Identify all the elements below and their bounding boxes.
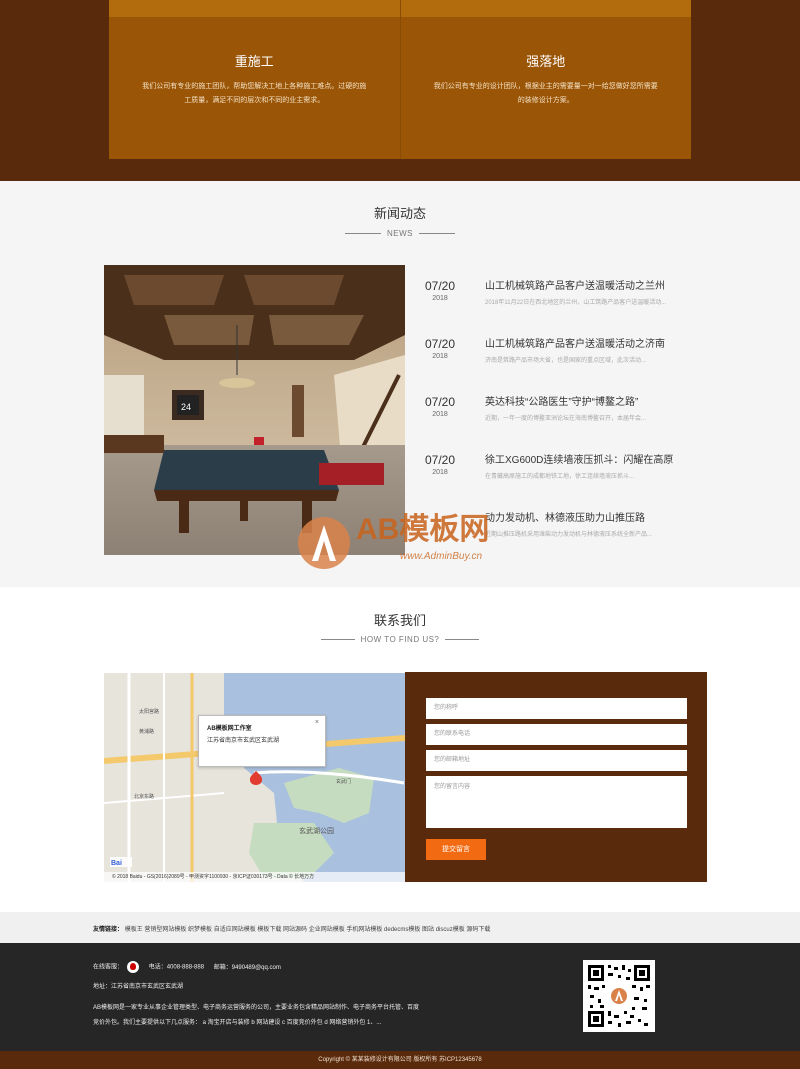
card-top-strip bbox=[109, 0, 400, 17]
map-label: 北京东路 bbox=[134, 793, 154, 800]
news-summary: 济南是筑路产品市场大省，也是国家的重点区域，此次活动... bbox=[485, 358, 647, 364]
map-popup-title: AB模板网工作室 bbox=[207, 726, 252, 732]
svg-text:24: 24 bbox=[181, 402, 191, 412]
watermark-url: www.AdminBuy.cn bbox=[400, 551, 483, 562]
news-title-link[interactable]: 徐工XG600D连续墙液压抓斗：闪耀在高原 bbox=[485, 451, 673, 466]
news-subheading: NEWS bbox=[0, 229, 800, 238]
friend-links-list[interactable]: 模板王 营销型网站模板 织梦模板 自适应网站模板 模板下载 网站源码 企业网站模… bbox=[125, 927, 491, 933]
news-title-link[interactable]: 英达科技“公路医生”守护“博鳌之路” bbox=[485, 393, 638, 408]
service-desc: 我们公司有专业的施工团队，帮助您解决工地上各种施工难点。过硬的施工质量，满足不同… bbox=[142, 83, 367, 104]
baidu-map[interactable]: 玄武湖公园 太阳宫路 黄浦路 北京东路 玄武门 Bai AB模板网工作室 江苏省… bbox=[104, 673, 405, 882]
news-date-md: 07/20 bbox=[424, 395, 456, 409]
site-footer: 在线客服： 电话：4008-888-888 邮箱：9490489@qq.com … bbox=[0, 943, 800, 1051]
news-summary: 近期山推压路机采用潍柴动力发动机与林德液压系统全新产品... bbox=[485, 532, 653, 538]
qq-icon[interactable] bbox=[127, 961, 140, 973]
map-credit: © 2018 Baidu - GS(2016)2089号 - 甲测资字11009… bbox=[104, 872, 405, 882]
news-date-md: 07/20 bbox=[424, 453, 456, 467]
map-popup-address: 江苏省南京市玄武区玄武湖 bbox=[207, 738, 280, 744]
news-date-md: 07/20 bbox=[424, 337, 456, 351]
service-title: 重施工 bbox=[234, 54, 274, 69]
friend-links-row: 友情链接： 模板王 营销型网站模板 织梦模板 自适应网站模板 模板下载 网站源码… bbox=[93, 924, 490, 933]
map-label: 太阳宫路 bbox=[139, 708, 159, 715]
service-title: 强落地 bbox=[526, 54, 566, 69]
map-label: 玄武湖公园 bbox=[299, 826, 334, 835]
qq-label: 在线客服： bbox=[93, 964, 124, 971]
service-card-delivery: 强落地 我们公司有专业的设计团队，根据业主的需要量一对一给您做好您所需要的装修设… bbox=[399, 0, 691, 159]
news-subtitle-text: NEWS bbox=[387, 229, 413, 238]
news-summary: 在青藏高原施工的成都地铁工地，徐工连续墙液压抓斗... bbox=[485, 474, 635, 480]
news-item[interactable]: 07/20 2018 英达科技“公路医生”守护“博鳌之路” 近期，一年一度的博鳌… bbox=[416, 381, 686, 439]
news-date-year: 2018 bbox=[432, 411, 448, 418]
phone-input[interactable]: 您的联系电话 bbox=[426, 724, 687, 745]
contact-section: 联系我们 HOW TO FIND US? 玄武湖公园 太阳宫路 黄浦路 北京东路… bbox=[0, 587, 800, 912]
contact-heading: 联系我们 bbox=[373, 613, 426, 628]
news-date: 07/20 2018 bbox=[416, 279, 464, 302]
news-date: 07/20 2018 bbox=[416, 337, 464, 360]
close-icon[interactable]: × bbox=[315, 719, 319, 726]
friend-links-label: 友情链接： bbox=[93, 927, 124, 933]
ab-logo-icon: AB模板网 www.AdminBuy.cn bbox=[298, 513, 489, 569]
news-title-link[interactable]: 山工机械筑路产品客户送温暖活动之济南 bbox=[485, 335, 665, 350]
news-date-year: 2018 bbox=[432, 469, 448, 476]
submit-button[interactable]: 提交留言 bbox=[426, 839, 486, 860]
news-item[interactable]: 07/20 2018 山工机械筑路产品客户送温暖活动之兰州 2018年11月22… bbox=[416, 265, 686, 323]
news-item[interactable]: 07/20 2018 徐工XG600D连续墙液压抓斗：闪耀在高原 在青藏高原施工… bbox=[416, 439, 686, 497]
news-heading: 新闻动态 bbox=[373, 206, 426, 221]
news-date-year: 2018 bbox=[432, 353, 448, 360]
qr-code-icon bbox=[583, 960, 655, 1032]
email-input[interactable]: 您的邮箱地址 bbox=[426, 750, 687, 771]
map-info-popup: AB模板网工作室 江苏省南京市玄武区玄武湖 × bbox=[198, 715, 326, 767]
footer-address: 地址：江苏省南京市玄武区玄武湖 bbox=[93, 984, 184, 990]
footer-email: 邮箱：9490489@qq.com bbox=[213, 964, 281, 971]
service-card-construction: 重施工 我们公司有专业的施工团队，帮助您解决工地上各种施工难点。过硬的施工质量，… bbox=[109, 0, 400, 159]
baidu-logo: Bai bbox=[111, 860, 122, 867]
news-date-md: 07/20 bbox=[424, 279, 456, 293]
services-cards: 重施工 我们公司有专业的施工团队，帮助您解决工地上各种施工难点。过硬的施工质量，… bbox=[109, 0, 691, 159]
message-form: 您的称呼 您的联系电话 您的邮箱地址 您的留言内容 提交留言 bbox=[405, 672, 707, 882]
news-date-year: 2018 bbox=[432, 295, 448, 302]
service-desc: 我们公司有专业的设计团队，根据业主的需要量一对一给您做好您所需要的装修设计方案。 bbox=[433, 83, 658, 104]
name-input[interactable]: 您的称呼 bbox=[426, 698, 687, 719]
watermark-logo: AB模板网 www.AdminBuy.cn bbox=[296, 495, 508, 577]
news-summary: 近期，一年一度的博鳌亚洲论坛在海南博鳌召开，本届年会... bbox=[485, 416, 647, 422]
news-title-link[interactable]: 山工机械筑路产品客户送温暖活动之兰州 bbox=[485, 277, 665, 292]
footer-phone: 电话：4008-888-888 bbox=[148, 964, 205, 971]
news-summary: 2018年11月22日在西北地区的兰州，山工筑路产品客户送温暖活动... bbox=[485, 300, 667, 306]
news-date: 07/20 2018 bbox=[416, 395, 464, 418]
news-date: 07/20 2018 bbox=[416, 453, 464, 476]
footer-about: AB模板网是一家专业从事企业管理类型、电子商务运营服务的公司，主要业务包含精品网… bbox=[93, 1005, 420, 1026]
qr-code-graphic bbox=[586, 963, 652, 1029]
map-label: 黄浦路 bbox=[139, 728, 154, 735]
news-item[interactable]: 07/20 2018 山工机械筑路产品客户送温暖活动之济南 济南是筑路产品市场大… bbox=[416, 323, 686, 381]
contact-subheading: HOW TO FIND US? bbox=[0, 635, 800, 644]
copyright-bar: Copyright © 某某装修设计有限公司 版权所有 苏ICP12345678 bbox=[0, 1051, 800, 1069]
card-top-strip bbox=[400, 0, 691, 17]
footer-contact-row: 在线客服： 电话：4008-888-888 邮箱：9490489@qq.com bbox=[93, 961, 281, 973]
contact-subtitle-text: HOW TO FIND US? bbox=[360, 635, 440, 644]
friend-links: 友情链接： 模板王 营销型网站模板 织梦模板 自适应网站模板 模板下载 网站源码… bbox=[0, 912, 800, 943]
watermark-text: AB模板网 bbox=[356, 513, 489, 546]
news-title-link[interactable]: 动力发动机、林德液压助力山推压路 bbox=[485, 509, 645, 524]
map-canvas: 玄武湖公园 太阳宫路 黄浦路 北京东路 玄武门 Bai bbox=[104, 673, 405, 882]
message-textarea[interactable]: 您的留言内容 bbox=[426, 776, 687, 828]
map-label: 玄武门 bbox=[336, 778, 351, 785]
services-band: 重施工 我们公司有专业的施工团队，帮助您解决工地上各种施工难点。过硬的施工质量，… bbox=[0, 0, 800, 181]
